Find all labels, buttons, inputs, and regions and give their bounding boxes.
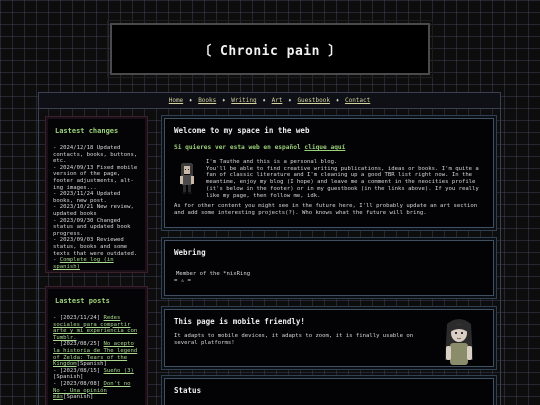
spanish-version-link[interactable]: clique aquí	[304, 144, 345, 151]
nav-guestbook-link[interactable]: Guestbook	[291, 97, 336, 104]
full-log-link[interactable]: Complete log (in spanish)	[53, 257, 114, 270]
changes-log-text: - 2024/12/18 Updated contacts, books, bu…	[53, 145, 138, 264]
nav-books-link[interactable]: Books	[192, 97, 222, 104]
post-link[interactable]: Sueño (3)	[104, 368, 134, 374]
post-date: - [2023/08/25]	[53, 341, 104, 348]
status-panel: Status	[164, 378, 494, 405]
post-list-item: - [2023/08/15] Sueño (3) [Spanish]	[53, 368, 140, 381]
post-list-item: - [2023/08/08] Don't no No - Una opinión…	[53, 381, 140, 401]
status-title: Status	[174, 386, 202, 395]
webring-panel: Webring Member of the *nixRing = ⚠ =	[164, 240, 494, 296]
intro-block: I'm Tauthe and this is a personal blog. …	[174, 159, 484, 199]
welcome-panel: Welcome to my space in the web Si quiere…	[164, 118, 494, 228]
post-lang: [Spanish]	[76, 361, 107, 368]
welcome-title: Welcome to my space in the web	[174, 126, 310, 135]
nav-writing-link[interactable]: Writing	[225, 97, 262, 104]
post-lang: [Spanish]	[63, 394, 94, 401]
latest-changes-title: Lastest changes	[55, 127, 119, 135]
post-list-item: - [2023/08/25] No acepto la historia de …	[53, 341, 140, 367]
post-date: - [2023/11/24]	[53, 315, 104, 321]
nav-contact-link[interactable]: Contact	[339, 97, 376, 104]
spanish-prompt: Si quieres ver esta web en español	[174, 144, 305, 151]
site-header: 〔 Chronic pain 〕	[107, 20, 433, 78]
spanish-version-line: Si quieres ver esta web en español cliqu…	[174, 144, 484, 151]
mobile-friendly-text: It adapts to mobile devices, it adapts t…	[174, 333, 414, 346]
webring-title: Webring	[174, 248, 206, 257]
post-date: - [2023/08/15]	[53, 367, 104, 374]
nav-art-link[interactable]: Art	[266, 97, 289, 104]
outro-text: As for other content you might see in th…	[174, 203, 478, 216]
latest-changes-box: Lastest changes - 2024/12/18 Updated con…	[45, 116, 148, 273]
post-list-item: - [2023/11/24] Redes sociales para compa…	[53, 315, 140, 341]
latest-changes-text: - 2024/12/18 Updated contacts, books, bu…	[53, 145, 140, 270]
post-date: - [2023/08/08]	[53, 380, 104, 387]
intro-text: I'm Tauthe and this is a personal blog. …	[206, 159, 479, 199]
nav-bar: Home ♦ Books ♦ Writing ♦ Art ♦ Guestbook…	[38, 92, 501, 109]
mobile-friendly-panel: This page is mobile friendly! It adapts …	[164, 309, 494, 367]
webring-member-text: Member of the *nixRing	[176, 271, 251, 277]
character-illustration	[445, 319, 473, 365]
latest-posts-title: Lastest posts	[55, 297, 110, 305]
avatar-pixel-art	[180, 163, 194, 194]
site-title: 〔 Chronic pain 〕	[198, 43, 342, 59]
latest-posts-box: Lastest posts - [2023/11/24] Redes socia…	[45, 286, 148, 405]
nav-home-link[interactable]: Home	[163, 97, 189, 104]
post-lang: [Spanish]	[53, 374, 84, 381]
webring-nav-icons[interactable]: = ⚠ =	[174, 278, 484, 284]
